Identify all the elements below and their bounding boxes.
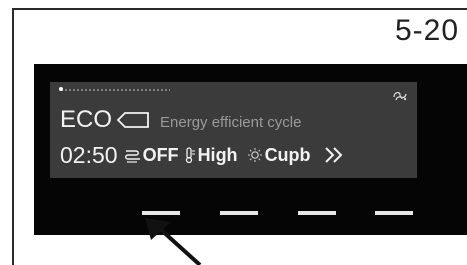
extra-dry-icon bbox=[124, 150, 140, 163]
control-panel: ECO Energy efficient cycle 02:50 OFF Hig… bbox=[34, 64, 467, 235]
display-screen: ECO Energy efficient cycle 02:50 OFF Hig… bbox=[50, 82, 417, 178]
touch-button-1[interactable] bbox=[142, 211, 180, 215]
program-description: Energy efficient cycle bbox=[160, 113, 302, 131]
figure-frame-top bbox=[12, 8, 467, 10]
option-value-temperature: High bbox=[197, 144, 238, 165]
tag-icon bbox=[116, 112, 149, 128]
pointer-arrow-icon bbox=[145, 218, 202, 265]
thermometer-icon bbox=[185, 147, 195, 163]
double-chevron-right-icon[interactable] bbox=[323, 145, 345, 165]
touch-button-4[interactable] bbox=[375, 211, 413, 215]
touch-button-3[interactable] bbox=[298, 211, 336, 215]
remaining-time: 02:50 bbox=[60, 141, 118, 168]
sun-icon bbox=[247, 148, 262, 162]
touch-button-2[interactable] bbox=[220, 211, 258, 215]
options-row: 02:50 OFF High Cupb bbox=[60, 140, 345, 170]
program-row: ECO Energy efficient cycle bbox=[60, 106, 301, 134]
page-indicator-active-dot bbox=[59, 87, 63, 91]
figure-label: 5-20 bbox=[394, 14, 459, 47]
option-value-dry-level: Cupb bbox=[264, 144, 311, 165]
fan-icon bbox=[393, 91, 407, 101]
option-value-dry: OFF bbox=[142, 144, 179, 165]
page-indicator bbox=[60, 88, 170, 92]
figure-frame-left bbox=[12, 8, 14, 265]
program-name: ECO bbox=[60, 106, 113, 133]
